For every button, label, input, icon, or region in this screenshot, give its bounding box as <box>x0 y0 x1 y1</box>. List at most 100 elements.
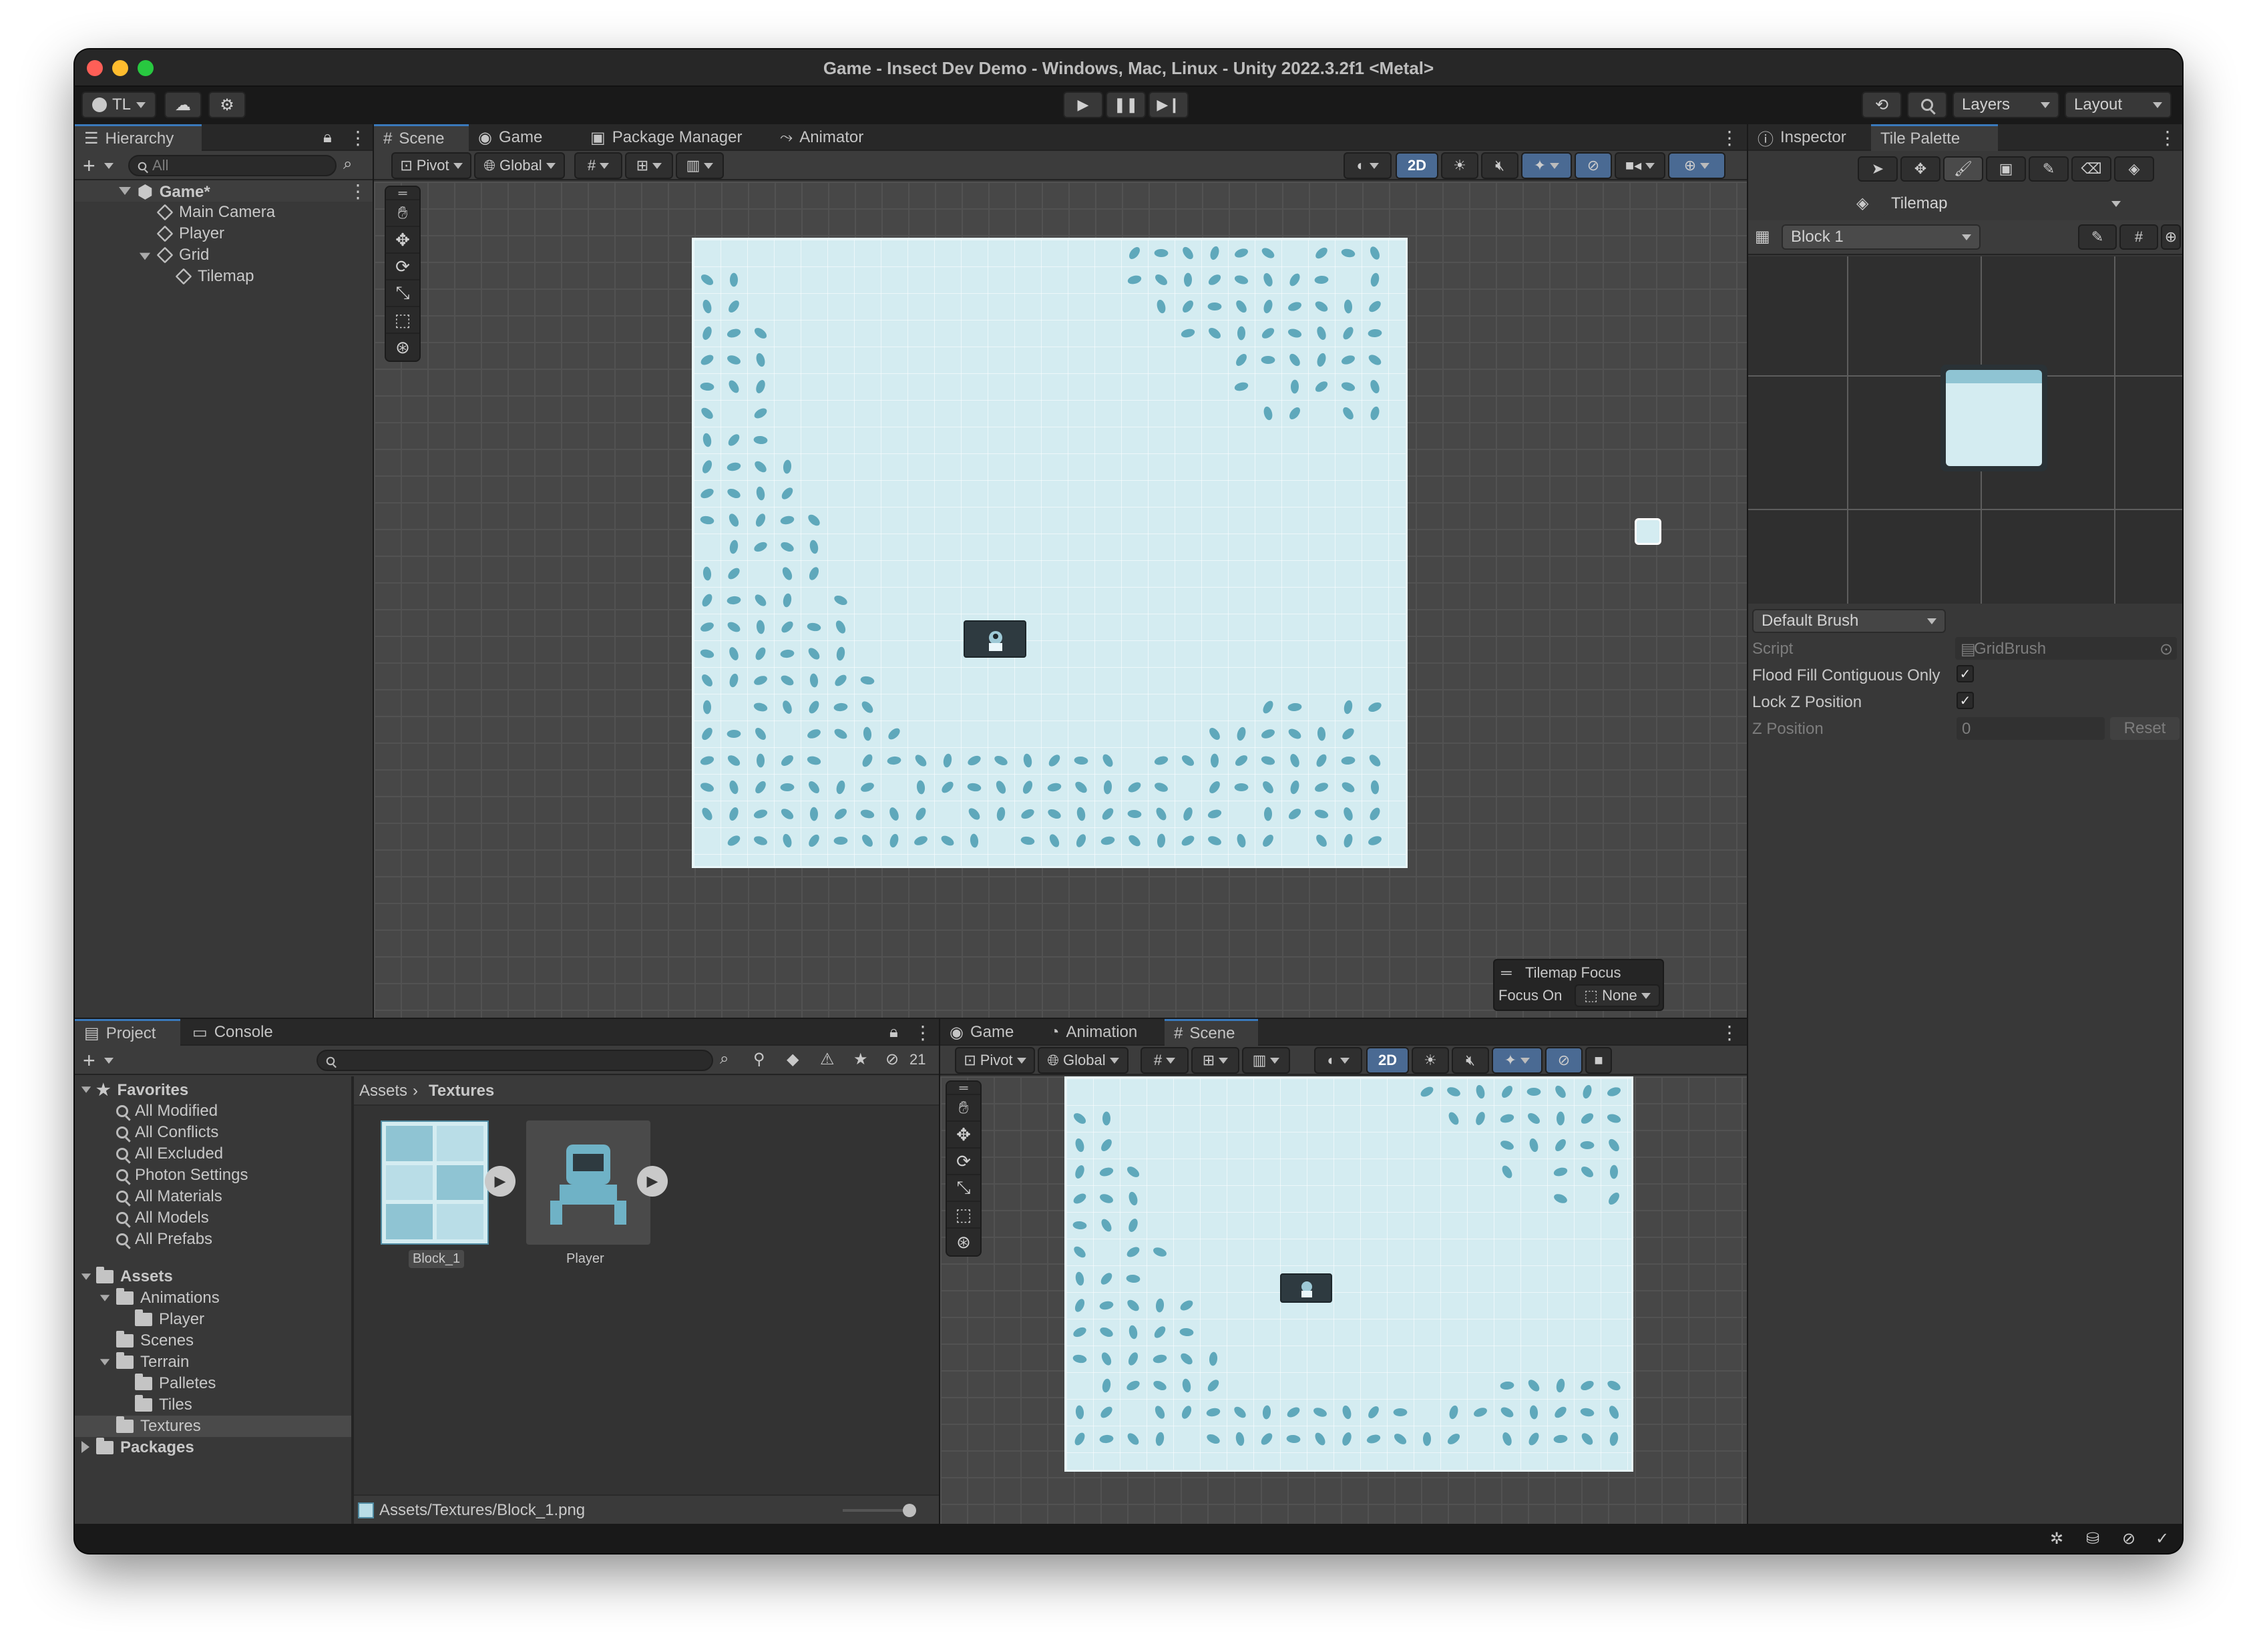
account-button[interactable]: TL <box>81 91 156 118</box>
edit-palette-button[interactable]: ✎ <box>2078 224 2117 250</box>
tab-game[interactable]: ◉ Game <box>469 124 569 151</box>
hierarchy-item-tilemap[interactable]: Tilemap <box>175 267 254 286</box>
bottom-scene-tilemap[interactable] <box>1064 1076 1633 1472</box>
player-sprite[interactable] <box>1280 1273 1332 1303</box>
effects-toggle[interactable]: ✦ <box>1492 1047 1543 1074</box>
overlay-handle-icon[interactable]: ═ <box>1501 964 1512 982</box>
draw-mode-dropdown[interactable]: ◐ <box>1314 1047 1362 1074</box>
favorite-item[interactable]: All Materials <box>116 1187 222 1206</box>
undo-history-button[interactable]: ⟲ <box>1862 91 1902 118</box>
packages-folder[interactable]: Packages <box>96 1438 194 1457</box>
lighting-toggle[interactable]: ☀ <box>1412 1047 1449 1074</box>
favorite-item[interactable]: Photon Settings <box>116 1166 248 1185</box>
favorites-header[interactable]: ★ Favorites <box>96 1080 188 1100</box>
transform-tool-icon[interactable]: ⊛ <box>947 1229 980 1255</box>
tab-project[interactable]: ▤ Project <box>75 1019 180 1046</box>
kebab-menu-icon[interactable]: ⋮ <box>1720 127 1739 149</box>
hand-tool-icon[interactable]: ✋︎ <box>947 1095 980 1122</box>
increment-snap-toggle[interactable]: ⊞ <box>625 152 673 179</box>
favorite-item[interactable]: All Models <box>116 1209 209 1227</box>
layout-dropdown[interactable]: Layout <box>2065 91 2172 118</box>
grid-snap-toggle[interactable]: # <box>1141 1047 1189 1074</box>
hidden-objects-toggle[interactable]: ⊘ <box>1545 1047 1583 1074</box>
favorite-item[interactable]: All Prefabs <box>116 1230 212 1249</box>
favorite-item[interactable]: All Conflicts <box>116 1123 218 1142</box>
move-tool-icon[interactable]: ✥ <box>386 227 419 254</box>
folder-tiles[interactable]: Tiles <box>135 1395 192 1414</box>
folder-textures[interactable]: Textures <box>116 1416 201 1436</box>
camera-dropdown[interactable]: ■ <box>1585 1047 1612 1074</box>
global-dropdown[interactable]: 🌐︎ Global <box>1038 1047 1128 1074</box>
hand-tool-icon[interactable]: ✋︎ <box>386 200 419 227</box>
expand-arrow-icon[interactable] <box>99 1295 110 1301</box>
overlay-handle-icon[interactable]: ═ <box>947 1081 980 1095</box>
expand-subassets-button[interactable]: ▶ <box>637 1166 668 1197</box>
draw-mode-dropdown[interactable]: ◐ <box>1344 152 1392 179</box>
search-scene-icon[interactable]: ⌕ <box>720 1050 729 1068</box>
select-tool-button[interactable]: ➤ <box>1858 156 1898 182</box>
active-tilemap-dropdown[interactable]: Tilemap <box>1882 191 2130 216</box>
mode-2d-toggle[interactable]: 2D <box>1366 1047 1409 1074</box>
asset-player[interactable]: ▶ <box>526 1120 668 1245</box>
cache-server-icon[interactable]: ⛁ <box>2086 1529 2099 1548</box>
tab-console[interactable]: ▭ Console <box>183 1019 290 1046</box>
scene-search-icon[interactable]: ⌕ <box>343 155 352 174</box>
hidden-packages-icon[interactable]: ⊘ <box>885 1050 899 1069</box>
audio-toggle[interactable]: 🔇︎ <box>1481 152 1518 179</box>
increment-snap-toggle[interactable]: ⊞ <box>1191 1047 1239 1074</box>
expand-arrow-icon[interactable] <box>81 1086 91 1093</box>
global-dropdown[interactable]: 🌐︎ Global <box>474 152 565 179</box>
palette-tile-block[interactable] <box>1940 365 2047 471</box>
cloud-button[interactable]: ☁ <box>164 91 202 118</box>
rect-tool-icon[interactable]: ⬚ <box>386 307 419 334</box>
tab-scene-bottom[interactable]: # Scene <box>1165 1019 1258 1046</box>
pivot-dropdown[interactable]: ⊡ Pivot <box>955 1047 1035 1074</box>
asset-block-1[interactable]: ▶ <box>381 1120 516 1245</box>
scene-viewport[interactable]: ═ ✋︎ ✥ ⟳ ⤡ ⬚ ⊛ ═ Tilemap Focus Focus On … <box>374 182 1747 1018</box>
folder-player[interactable]: Player <box>135 1309 204 1329</box>
lock-icon[interactable]: 🔒︎ <box>323 128 332 147</box>
tab-hierarchy[interactable]: ☰ Hierarchy <box>75 124 202 151</box>
pivot-dropdown[interactable]: ⊡ Pivot <box>391 152 471 179</box>
grid-snap-toggle[interactable]: # <box>574 152 622 179</box>
tab-animator[interactable]: ⤳ Animator <box>771 124 884 151</box>
effects-toggle[interactable]: ✦ <box>1521 152 1572 179</box>
focus-on-dropdown[interactable]: ⬚ None <box>1575 984 1660 1007</box>
add-icon[interactable]: + <box>83 154 95 178</box>
picker-tool-button[interactable]: ✎ <box>2029 156 2069 182</box>
tab-inspector[interactable]: ⓘ Inspector <box>1748 124 1868 151</box>
tab-scene[interactable]: # Scene <box>374 124 469 151</box>
ruler-toggle[interactable]: ▥ <box>1242 1047 1290 1074</box>
palette-dropdown[interactable]: Block 1 <box>1782 224 1981 250</box>
rotate-tool-icon[interactable]: ⟳ <box>947 1149 980 1175</box>
bottom-scene-viewport[interactable]: ═ ✋︎ ✥ ⟳ ⤡ ⬚ ⊛ <box>940 1076 1747 1524</box>
expand-arrow-icon[interactable] <box>139 252 151 260</box>
chevron-down-icon[interactable] <box>104 1058 114 1064</box>
fill-tool-button[interactable]: ◈ <box>2114 156 2154 182</box>
warning-icon[interactable]: ⚠ <box>820 1050 835 1069</box>
z-position-input[interactable]: 0 <box>1957 717 2105 740</box>
audio-toggle[interactable]: 🔇︎ <box>1452 1047 1489 1074</box>
pause-button[interactable]: ❚❚ <box>1106 91 1146 118</box>
flood-fill-checkbox[interactable]: ✓ <box>1957 665 1974 682</box>
gizmos-dropdown[interactable]: ⊕ <box>1668 152 1725 179</box>
gizmo-toggle-button[interactable]: ⊕ <box>2161 224 2181 250</box>
tab-animation[interactable]: ◔ Animation <box>1040 1019 1163 1046</box>
step-button[interactable]: ▶❙ <box>1149 91 1189 118</box>
mode-2d-toggle[interactable]: 2D <box>1396 152 1438 179</box>
layers-dropdown[interactable]: Layers <box>1953 91 2059 118</box>
script-field[interactable]: ▤ GridBrush ⊙ <box>1955 637 2177 660</box>
hierarchy-search-input[interactable]: All <box>128 155 337 176</box>
favorite-item[interactable]: All Excluded <box>116 1145 223 1163</box>
lock-icon[interactable]: 🔒︎ <box>889 1023 898 1042</box>
search-button[interactable] <box>1907 91 1947 118</box>
breadcrumb-assets[interactable]: Assets <box>359 1082 407 1100</box>
label-icon[interactable]: ◆ <box>787 1050 799 1069</box>
palette-grid[interactable] <box>1748 256 2182 604</box>
hierarchy-item-player[interactable]: Player <box>156 224 224 243</box>
kebab-menu-icon[interactable]: ⋮ <box>1720 1022 1739 1044</box>
folder-animations[interactable]: Animations <box>116 1288 220 1307</box>
thumbnail-size-slider[interactable] <box>843 1509 909 1512</box>
play-button[interactable]: ▶ <box>1063 91 1103 118</box>
expand-arrow-icon[interactable] <box>99 1359 110 1366</box>
